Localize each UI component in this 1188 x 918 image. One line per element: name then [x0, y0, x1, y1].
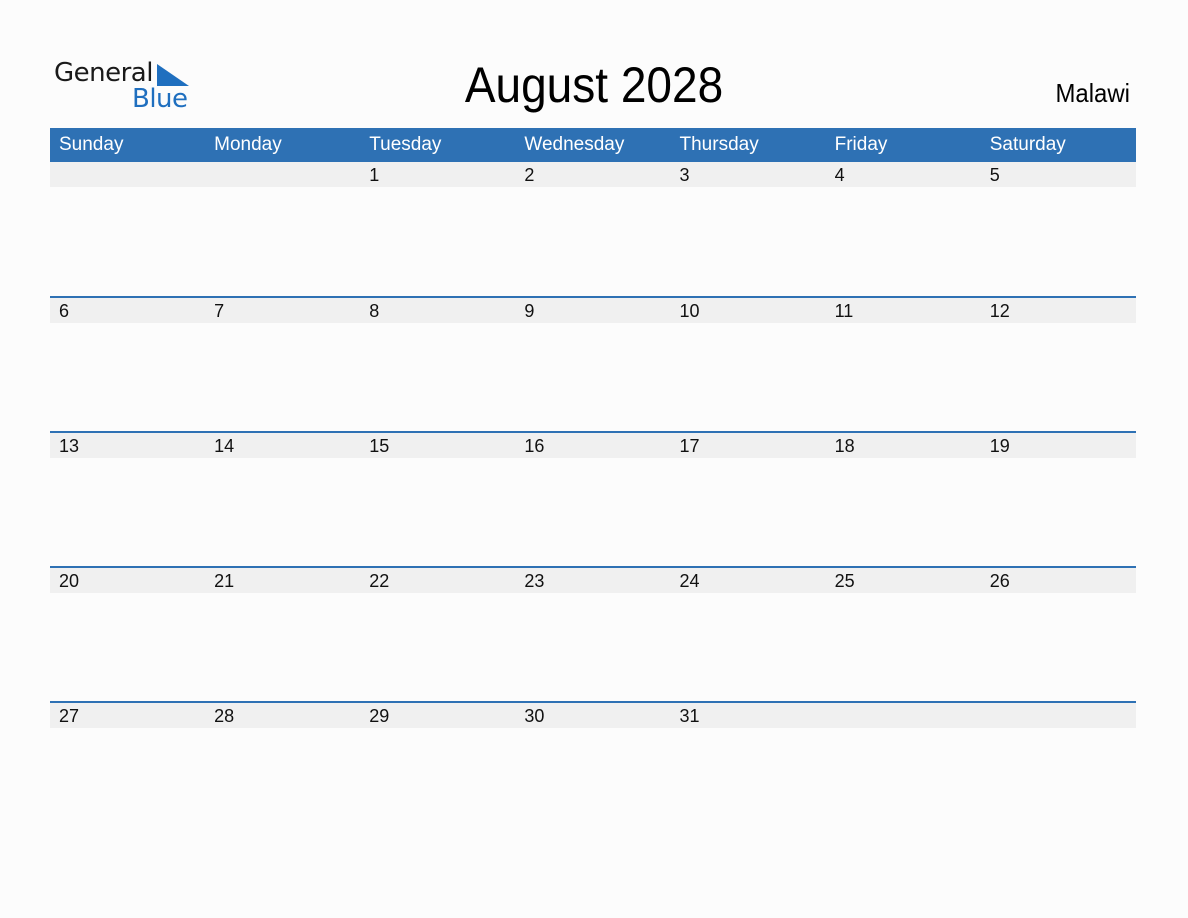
day-cell: 11	[834, 301, 854, 321]
day-cell: 21	[214, 571, 235, 591]
weekday-sunday: Sunday	[59, 134, 124, 155]
day-cell: 10	[679, 301, 700, 321]
day-cell: 31	[679, 706, 700, 726]
date-strip: 27 28 29 30 31	[50, 703, 1136, 728]
weekday-tuesday: Tuesday	[369, 134, 442, 155]
day-cell: 1	[369, 165, 380, 185]
week-row: 20 21 22 23 24 25 26	[50, 566, 1136, 701]
week-row: 6 7 8 9 10 11 12	[50, 296, 1136, 431]
day-cell: 22	[369, 571, 390, 591]
day-cell: 2	[524, 165, 535, 185]
day-cell: 13	[59, 436, 80, 456]
day-cell: 29	[369, 706, 390, 726]
weekday-saturday: Saturday	[989, 134, 1066, 155]
day-cell: 12	[989, 301, 1010, 321]
day-cell: 14	[214, 436, 235, 456]
weekday-friday: Friday	[834, 134, 888, 155]
country-label: Malawi	[1055, 78, 1130, 108]
day-cell: 23	[524, 571, 545, 591]
day-cell: 27	[59, 706, 80, 726]
day-cell: 26	[989, 571, 1010, 591]
weekday-monday: Monday	[214, 134, 282, 155]
date-strip: 20 21 22 23 24 25 26	[50, 568, 1136, 593]
day-cell: 3	[679, 165, 690, 185]
week-row: 1 2 3 4 5	[50, 162, 1136, 296]
week-row: 27 28 29 30 31	[50, 701, 1136, 836]
weeks-container: 1 2 3 4 5 6 7 8 9 10 11 12 13 14 15 16 17 18 19 20 21 22 23 24 2…	[50, 162, 1136, 836]
day-cell: 24	[679, 571, 700, 591]
day-cell: 25	[834, 571, 855, 591]
day-cell: 17	[679, 436, 700, 456]
day-cell: 28	[214, 706, 235, 726]
day-cell	[826, 703, 981, 728]
day-cell: 19	[989, 436, 1010, 456]
day-cell: 15	[369, 436, 390, 456]
week-row: 13 14 15 16 17 18 19	[50, 431, 1136, 566]
day-cell: 7	[214, 301, 225, 321]
day-cell: 8	[369, 301, 380, 321]
day-cell: 5	[989, 165, 1000, 185]
day-cell: 20	[59, 571, 80, 591]
weekday-thursday: Thursday	[679, 134, 759, 155]
day-cell: 18	[834, 436, 855, 456]
calendar-grid: Sunday Monday Tuesday Wednesday Thursday Frid…	[50, 128, 1136, 836]
day-cell: 6	[59, 301, 70, 321]
day-cell	[981, 703, 1136, 728]
date-strip: 13 14 15 16 17 18 19	[50, 433, 1136, 458]
day-cell: 16	[524, 436, 545, 456]
day-cell: 9	[524, 301, 535, 321]
date-strip: 6 7 8 9 10 11 12	[50, 298, 1136, 323]
calendar-title: August 2028	[464, 57, 724, 113]
date-strip: 1 2 3 4 5	[50, 162, 1136, 187]
day-cell: 30	[524, 706, 545, 726]
day-cell	[50, 162, 205, 187]
day-cell	[205, 162, 360, 187]
weekday-wednesday: Wednesday	[524, 134, 625, 155]
weekday-header: Sunday Monday Tuesday Wednesday Thursday Frid…	[50, 128, 1136, 162]
day-cell: 4	[834, 165, 845, 185]
